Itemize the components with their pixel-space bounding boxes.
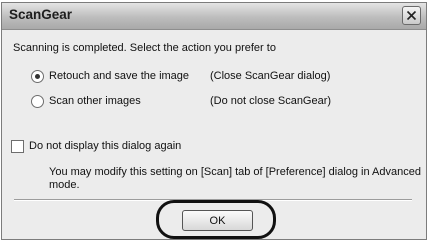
option-scan-other-label[interactable]: Scan other images [49, 95, 141, 107]
option-retouch-label[interactable]: Retouch and save the image [49, 70, 189, 82]
dont-show-again-checkbox[interactable] [11, 140, 24, 153]
dialog-body: Scanning is completed. Select the action… [2, 30, 426, 239]
hint-text-line2: mode. [49, 179, 80, 191]
prompt-text: Scanning is completed. Select the action… [13, 42, 276, 54]
dialog-title: ScanGear [9, 7, 73, 22]
close-button[interactable] [402, 6, 421, 25]
hint-text-line1: You may modify this setting on [Scan] ta… [49, 166, 421, 178]
radio-retouch-save[interactable] [31, 70, 44, 83]
title-bar[interactable]: ScanGear [2, 3, 426, 30]
option-scan-other-note: (Do not close ScanGear) [210, 95, 332, 107]
option-retouch-note: (Close ScanGear dialog) [210, 70, 331, 82]
scangear-dialog: ScanGear Scanning is completed. Select t… [1, 2, 427, 240]
close-icon [406, 10, 417, 21]
ok-button[interactable]: OK [182, 210, 253, 231]
dont-show-again-label[interactable]: Do not display this dialog again [29, 140, 181, 152]
radio-scan-other[interactable] [31, 95, 44, 108]
